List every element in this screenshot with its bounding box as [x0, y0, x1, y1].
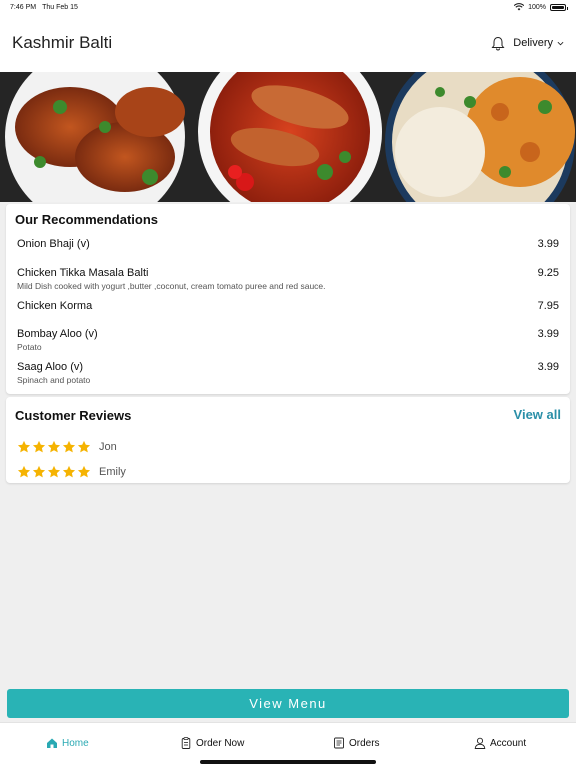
- review-row: Jon: [17, 440, 117, 454]
- home-icon: [47, 738, 57, 748]
- menu-item-description: Mild Dish cooked with yogurt ,butter ,co…: [17, 281, 326, 291]
- menu-item-price: 3.99: [537, 361, 559, 373]
- receipt-icon: [334, 737, 344, 749]
- menu-item-price: 3.99: [537, 328, 559, 340]
- home-indicator: [200, 760, 376, 764]
- user-icon: [474, 737, 486, 749]
- bell-icon[interactable]: [491, 36, 505, 51]
- tab-label: Account: [490, 737, 527, 749]
- star-icon: [62, 440, 76, 453]
- star-icon: [47, 465, 61, 478]
- menu-item-description: Spinach and potato: [17, 375, 91, 385]
- wifi-icon: [514, 3, 525, 11]
- menu-item[interactable]: Saag Aloo (v) Spinach and potato 3.99: [17, 361, 559, 385]
- star-icon: [32, 465, 46, 478]
- status-time: 7:46 PM: [10, 3, 37, 11]
- star-rating: [17, 465, 91, 479]
- menu-item-name: Bombay Aloo (v): [17, 328, 98, 340]
- star-icon: [77, 440, 91, 453]
- chevron-down-icon: [557, 41, 564, 45]
- menu-item-name: Onion Bhaji (v): [17, 238, 90, 250]
- delivery-label: Delivery: [513, 37, 553, 49]
- reviews-title: Customer Reviews: [15, 408, 132, 423]
- star-icon: [47, 440, 61, 453]
- star-icon: [17, 440, 31, 453]
- battery-icon: [550, 3, 568, 11]
- view-all-reviews-link[interactable]: View all: [514, 407, 561, 422]
- menu-item-price: 3.99: [537, 238, 559, 250]
- tab-label: Orders: [349, 737, 380, 749]
- menu-item-name: Chicken Korma: [17, 300, 93, 312]
- star-icon: [77, 465, 91, 478]
- menu-item-name: Saag Aloo (v): [17, 361, 84, 373]
- status-bar: 7:46 PM Thu Feb 15 100%: [0, 0, 576, 14]
- tab-home[interactable]: Home: [46, 737, 89, 749]
- recommendations-card: Our Recommendations Onion Bhaji (v) 3.99…: [6, 204, 570, 394]
- menu-item-name: Chicken Tikka Masala Balti: [17, 267, 149, 279]
- hero-food-banner: [0, 72, 576, 202]
- view-menu-button[interactable]: View Menu: [7, 689, 569, 718]
- star-icon: [62, 465, 76, 478]
- review-row: Emily: [17, 465, 126, 479]
- menu-item[interactable]: Chicken Tikka Masala Balti Mild Dish coo…: [17, 267, 559, 291]
- tab-label: Home: [62, 737, 89, 749]
- delivery-selector[interactable]: Delivery: [513, 37, 564, 49]
- menu-item-description: Potato: [17, 342, 42, 352]
- menu-item[interactable]: Chicken Korma 7.95: [17, 300, 559, 312]
- menu-item-price: 7.95: [537, 300, 559, 312]
- battery-percent: 100%: [528, 3, 546, 11]
- food-banner-image: [0, 72, 576, 202]
- clipboard-icon: [181, 737, 191, 749]
- menu-item-price: 9.25: [537, 267, 559, 279]
- app-header: Kashmir Balti Delivery: [0, 14, 576, 72]
- star-icon: [17, 465, 31, 478]
- recommendations-title: Our Recommendations: [15, 212, 159, 227]
- status-date: Thu Feb 15: [42, 3, 78, 11]
- tab-label: Order Now: [196, 737, 245, 749]
- menu-item[interactable]: Onion Bhaji (v) 3.99: [17, 238, 559, 250]
- reviewer-name: Emily: [99, 466, 126, 478]
- menu-item[interactable]: Bombay Aloo (v) Potato 3.99: [17, 328, 559, 352]
- tab-orders[interactable]: Orders: [333, 737, 380, 749]
- reviewer-name: Jon: [99, 441, 117, 453]
- tab-order-now[interactable]: Order Now: [180, 737, 244, 749]
- star-icon: [32, 440, 46, 453]
- restaurant-title: Kashmir Balti: [12, 33, 113, 52]
- reviews-card: Customer Reviews View all Jon Emily: [6, 397, 570, 483]
- star-rating: [17, 440, 91, 454]
- tab-account[interactable]: Account: [474, 737, 526, 749]
